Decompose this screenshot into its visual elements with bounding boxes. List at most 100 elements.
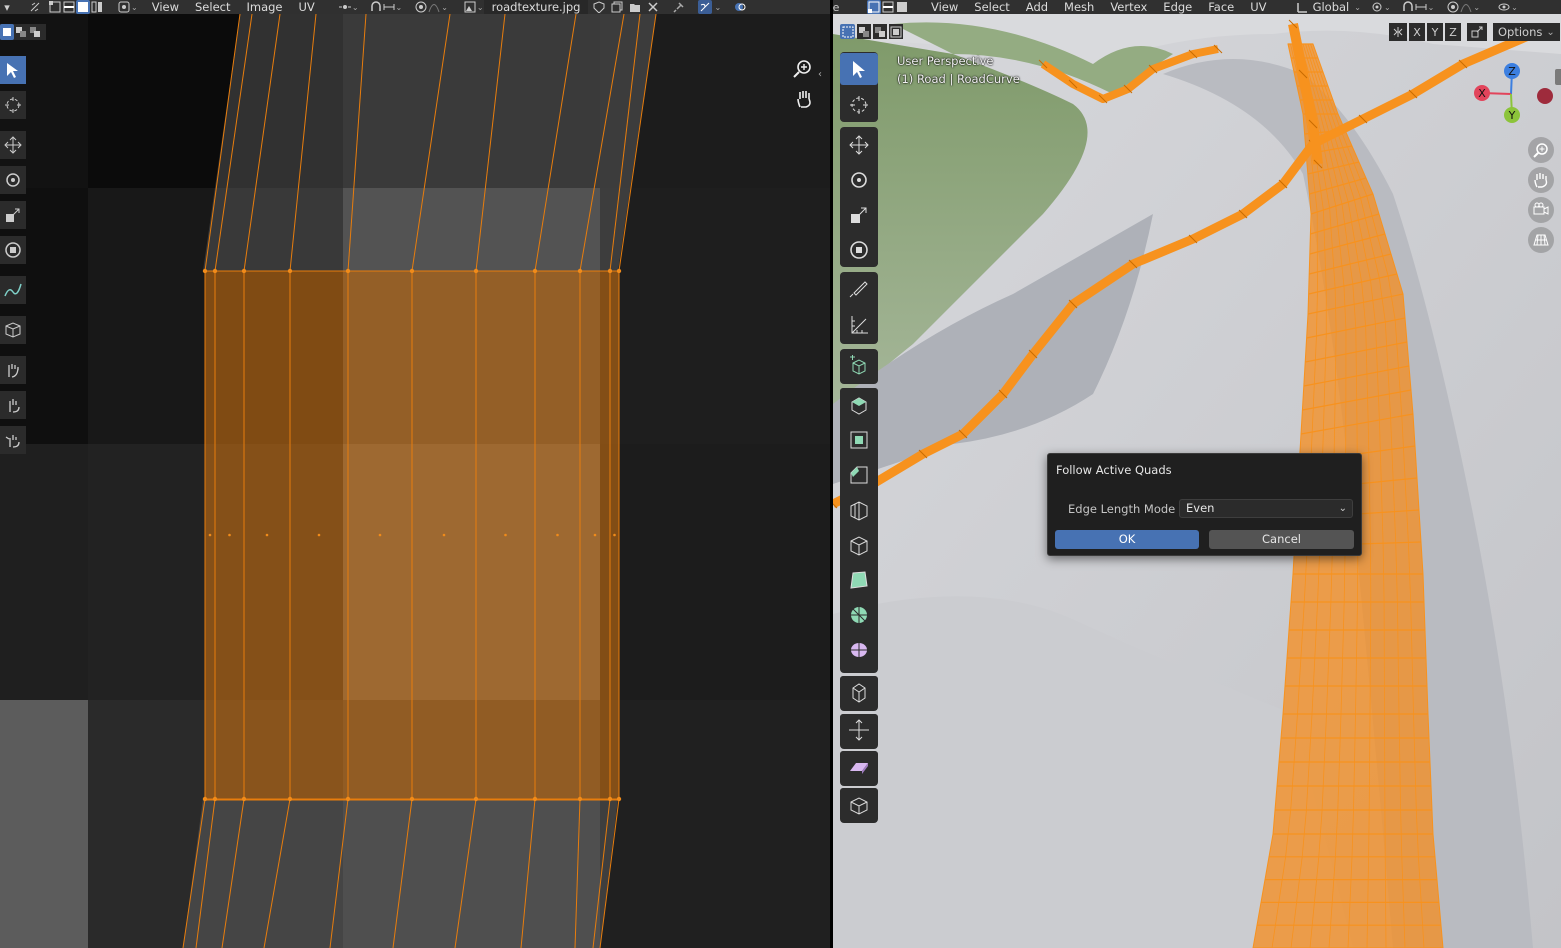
vp-tool-loop-cut[interactable] xyxy=(840,494,878,526)
vp-tool-add-cube[interactable] xyxy=(840,350,878,382)
vp-tool-transform[interactable] xyxy=(840,234,878,266)
vp-tool-smooth[interactable] xyxy=(840,634,878,666)
menu-uv[interactable]: UV xyxy=(291,0,323,14)
visibility-icon[interactable]: ⌄ xyxy=(1498,0,1518,14)
tool-pinch[interactable] xyxy=(0,426,26,454)
vp-sidebar-toggle[interactable] xyxy=(1555,69,1561,85)
vp-select-invert-icon[interactable] xyxy=(889,24,903,39)
navigation-gizmo[interactable]: Z X Y xyxy=(1463,58,1559,138)
vp-tool-knife[interactable] xyxy=(840,529,878,561)
sidebar-toggle-icon[interactable]: ‹ xyxy=(818,69,822,80)
vp-tool-spin[interactable] xyxy=(840,599,878,631)
proportional-3d-icon[interactable] xyxy=(1446,0,1460,14)
pan-view-icon[interactable] xyxy=(1528,167,1554,193)
uv-editor[interactable]: ‹ xyxy=(0,14,830,948)
vp-tool-inset[interactable] xyxy=(840,424,878,456)
auto-merge-icon[interactable] xyxy=(1467,23,1487,41)
zoom-icon[interactable] xyxy=(792,58,814,80)
face-select-icon[interactable] xyxy=(76,0,90,14)
vp-menu-edge[interactable]: Edge xyxy=(1155,0,1200,14)
proportional-edit-icon[interactable] xyxy=(414,0,428,14)
vertex-mode-icon[interactable] xyxy=(867,0,881,14)
tool-rip-region[interactable] xyxy=(0,316,26,344)
snap-target-icon[interactable]: ⌄ xyxy=(1415,0,1434,14)
edge-select-icon[interactable] xyxy=(62,0,76,14)
edge-length-mode-select[interactable]: Even ⌄ xyxy=(1179,499,1353,518)
editor-type-3d-icon[interactable]: e xyxy=(833,0,843,14)
edge-mode-icon[interactable] xyxy=(881,0,895,14)
options-dropdown[interactable]: Options ⌄ xyxy=(1493,23,1560,41)
unlink-image-icon[interactable] xyxy=(646,0,660,14)
menu-image[interactable]: Image xyxy=(238,0,290,14)
ortho-toggle-icon[interactable] xyxy=(1528,227,1554,253)
menu-select[interactable]: Select xyxy=(187,0,238,14)
vp-menu-select[interactable]: Select xyxy=(966,0,1017,14)
pivot-point-icon[interactable]: ⌄ xyxy=(338,0,359,14)
sticky-selection-icon[interactable]: ⌄ xyxy=(118,0,138,14)
menu-view[interactable]: View xyxy=(144,0,187,14)
vp-select-subtract-icon[interactable] xyxy=(873,24,887,39)
island-select-icon[interactable] xyxy=(90,0,104,14)
uv-select-extend-icon[interactable] xyxy=(14,24,28,40)
open-image-icon[interactable] xyxy=(628,0,642,14)
snap-increment-icon[interactable]: ⌄ xyxy=(383,0,402,14)
vp-tool-move[interactable] xyxy=(840,129,878,161)
vp-menu-vertex[interactable]: Vertex xyxy=(1102,0,1155,14)
vp-menu-mesh[interactable]: Mesh xyxy=(1056,0,1102,14)
uv-sculpt-icon[interactable] xyxy=(698,0,713,14)
vp-tool-scale[interactable] xyxy=(840,199,878,231)
gizmo-neg-x[interactable] xyxy=(1537,88,1553,104)
vp-menu-face[interactable]: Face xyxy=(1200,0,1242,14)
vp-tool-extrude[interactable] xyxy=(840,388,878,420)
falloff-icon[interactable]: ⌄ xyxy=(428,0,448,14)
overlays-icon[interactable] xyxy=(733,0,747,14)
vp-tool-measure[interactable] xyxy=(840,309,878,341)
tool-transform[interactable] xyxy=(0,236,26,264)
transform-orientation-field[interactable]: Global xyxy=(1309,0,1354,14)
uv-select-subtract-icon[interactable] xyxy=(28,24,42,40)
vp-tool-cursor[interactable] xyxy=(840,89,878,121)
pin-icon[interactable] xyxy=(672,0,686,14)
image-browse-icon[interactable]: ⌄ xyxy=(464,0,484,14)
uv-canvas[interactable] xyxy=(0,14,830,948)
tool-annotate[interactable] xyxy=(0,276,26,304)
mirror-icon[interactable] xyxy=(1389,23,1407,41)
image-name-field[interactable]: roadtexture.jpg xyxy=(483,0,589,14)
pivot-3d-icon[interactable]: ⌄ xyxy=(1371,0,1391,14)
pan-hand-icon[interactable] xyxy=(794,88,816,110)
tool-scale[interactable] xyxy=(0,201,26,229)
vp-select-new-icon[interactable] xyxy=(840,24,855,39)
tool-cursor[interactable] xyxy=(0,91,26,119)
vp-menu-view[interactable]: View xyxy=(923,0,966,14)
tool-move[interactable] xyxy=(0,131,26,159)
vp-tool-select-box[interactable] xyxy=(840,53,878,85)
new-image-icon[interactable] xyxy=(610,0,624,14)
vp-tool-annotate[interactable] xyxy=(840,274,878,306)
vp-tool-rotate[interactable] xyxy=(840,164,878,196)
fake-user-icon[interactable] xyxy=(592,0,606,14)
editor-type-icon[interactable]: ▾ xyxy=(0,0,14,14)
ok-button[interactable]: OK xyxy=(1055,530,1199,549)
cancel-button[interactable]: Cancel xyxy=(1209,530,1354,549)
vp-tool-edge-slide[interactable] xyxy=(840,676,878,708)
falloff-3d-icon[interactable]: ⌄ xyxy=(1460,0,1480,14)
mirror-y-button[interactable]: Y xyxy=(1427,23,1443,41)
snap-icon[interactable] xyxy=(369,0,383,14)
tool-grab[interactable] xyxy=(0,356,26,384)
snap-3d-icon[interactable] xyxy=(1401,0,1415,14)
vp-tool-bevel[interactable] xyxy=(840,459,878,491)
vp-menu-add[interactable]: Add xyxy=(1018,0,1056,14)
vp-tool-rip[interactable] xyxy=(840,788,878,820)
zoom-view-icon[interactable] xyxy=(1528,137,1554,163)
tool-select-box[interactable] xyxy=(0,56,26,84)
mirror-z-button[interactable]: Z xyxy=(1445,23,1461,41)
vp-tool-poly-build[interactable] xyxy=(840,564,878,596)
mirror-x-button[interactable]: X xyxy=(1409,23,1425,41)
sync-selection-icon[interactable] xyxy=(28,0,42,14)
transform-orientation-icon[interactable] xyxy=(1295,0,1309,14)
tool-relax[interactable] xyxy=(0,391,26,419)
vp-tool-shear[interactable] xyxy=(840,751,878,783)
uv-select-new-icon[interactable] xyxy=(0,24,14,40)
face-mode-icon[interactable] xyxy=(895,0,909,14)
camera-view-icon[interactable] xyxy=(1528,197,1554,223)
